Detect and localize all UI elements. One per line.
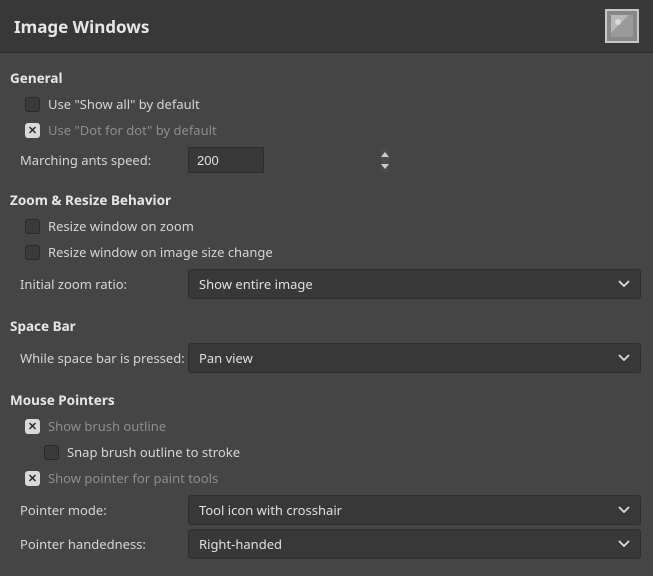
dropdown-spacebar-action[interactable]: Pan view [188, 343, 641, 373]
checkbox-box [25, 419, 40, 434]
checkbox-label: Resize window on image size change [48, 243, 273, 261]
dropdown-pointer-hand[interactable]: Right-handed [188, 529, 641, 559]
checkbox-box [25, 123, 40, 138]
spin-down-button[interactable] [381, 160, 389, 172]
checkbox-snap-brush[interactable]: Snap brush outline to stroke [44, 441, 240, 463]
checkbox-label: Show pointer for paint tools [48, 469, 218, 487]
checkbox-resize-on-zoom[interactable]: Resize window on zoom [25, 215, 194, 237]
checkbox-label: Show brush outline [48, 417, 166, 435]
section-header-mouse: Mouse Pointers [6, 385, 647, 413]
label-initial-zoom: Initial zoom ratio: [6, 275, 188, 293]
marching-ants-spinbox[interactable] [188, 147, 264, 173]
label-pointer-mode: Pointer mode: [6, 501, 188, 519]
chevron-down-icon [618, 354, 630, 362]
checkbox-show-all[interactable]: Use "Show all" by default [25, 93, 200, 115]
checkbox-box [25, 219, 40, 234]
marching-ants-input[interactable] [189, 148, 381, 172]
checkbox-box [25, 471, 40, 486]
checkbox-resize-on-size[interactable]: Resize window on image size change [25, 241, 273, 263]
chevron-down-icon [618, 506, 630, 514]
label-spacebar: While space bar is pressed: [6, 349, 188, 367]
checkbox-box [44, 445, 59, 460]
dropdown-value: Right-handed [199, 535, 282, 553]
titlebar: Image Windows [0, 0, 653, 53]
checkbox-box [25, 97, 40, 112]
section-header-general: General [6, 63, 647, 91]
checkbox-label: Use "Show all" by default [48, 95, 200, 113]
dropdown-pointer-mode[interactable]: Tool icon with crosshair [188, 495, 641, 525]
checkbox-show-pointer[interactable]: Show pointer for paint tools [25, 467, 218, 489]
checkbox-label: Snap brush outline to stroke [67, 443, 240, 461]
label-pointer-hand: Pointer handedness: [6, 535, 188, 553]
dropdown-initial-zoom[interactable]: Show entire image [188, 269, 641, 299]
section-header-zoom: Zoom & Resize Behavior [6, 185, 647, 213]
preferences-body: General Use "Show all" by default Use "D… [0, 53, 653, 559]
checkbox-dot-for-dot[interactable]: Use "Dot for dot" by default [25, 119, 217, 141]
checkbox-label: Resize window on zoom [48, 217, 194, 235]
page-title: Image Windows [14, 15, 149, 38]
dropdown-value: Tool icon with crosshair [199, 501, 342, 519]
dropdown-value: Pan view [199, 349, 253, 367]
chevron-down-icon [618, 540, 630, 548]
checkbox-show-brush[interactable]: Show brush outline [25, 415, 166, 437]
chevron-down-icon [618, 280, 630, 288]
checkbox-box [25, 245, 40, 260]
section-header-spacebar: Space Bar [6, 311, 647, 339]
checkbox-label: Use "Dot for dot" by default [48, 121, 217, 139]
dropdown-value: Show entire image [199, 275, 313, 293]
spin-up-button[interactable] [381, 148, 389, 160]
label-marching-ants: Marching ants speed: [6, 151, 188, 169]
image-icon [605, 9, 639, 43]
